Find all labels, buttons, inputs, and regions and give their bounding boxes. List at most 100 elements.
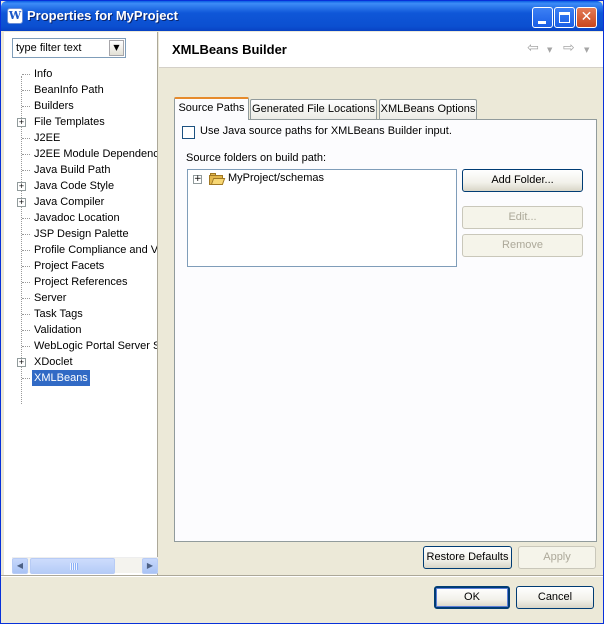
tree-item[interactable]: Javadoc Location — [4, 210, 157, 226]
tab-xmlbeans-options[interactable]: XMLBeans Options — [379, 99, 477, 119]
source-folders-tree[interactable]: + MyProject/schemas — [187, 169, 457, 267]
tree-item[interactable]: JSP Design Palette — [4, 226, 157, 242]
scroll-thumb[interactable] — [30, 558, 115, 574]
tree-item[interactable]: + Java Code Style — [4, 178, 157, 194]
expand-icon[interactable]: + — [17, 118, 26, 127]
tree-connector — [22, 106, 30, 107]
expand-icon[interactable]: + — [193, 175, 202, 184]
tree-item-label: J2EE — [34, 132, 61, 144]
edit-button[interactable]: Edit... — [462, 206, 583, 229]
tree-item[interactable]: Builders — [4, 98, 157, 114]
tree-item[interactable]: Profile Compliance and Validation — [4, 242, 157, 258]
tree-item-label: File Templates — [34, 116, 105, 128]
tree-item[interactable]: Validation — [4, 322, 157, 338]
folder-open-icon — [209, 173, 226, 185]
remove-button[interactable]: Remove — [462, 234, 583, 257]
property-tree: Info BeanInfo Path Builders + File Templates… — [4, 66, 157, 546]
tree-item-label: XDoclet — [34, 356, 73, 368]
tree-connector — [22, 154, 30, 155]
tree-item[interactable]: Info — [4, 66, 157, 82]
tree-item[interactable]: + Java Compiler — [4, 194, 157, 210]
expand-icon[interactable]: + — [17, 182, 26, 191]
dialog-separator — [1, 575, 603, 577]
expand-icon[interactable]: + — [17, 198, 26, 207]
property-page: XMLBeans Builder ⇦ ▼ ⇨ ▼ Source Paths Ge… — [159, 32, 603, 575]
tree-connector — [22, 282, 30, 283]
minimize-button[interactable] — [532, 7, 553, 28]
tree-item[interactable]: J2EE — [4, 130, 157, 146]
back-history-chevron-icon[interactable]: ▼ — [547, 46, 552, 54]
tree-item[interactable]: Project Facets — [4, 258, 157, 274]
source-paths-panel: Use Java source paths for XMLBeans Build… — [174, 119, 597, 542]
cancel-button[interactable]: Cancel — [516, 586, 594, 609]
tree-item[interactable]: Server — [4, 290, 157, 306]
title-bar[interactable]: W Properties for MyProject ✕ — [1, 1, 603, 31]
tree-item[interactable]: BeanInfo Path — [4, 82, 157, 98]
tree-item-label: XMLBeans — [32, 370, 90, 386]
tree-item-label: Profile Compliance and Validation — [34, 244, 157, 256]
use-java-source-paths-checkbox[interactable] — [182, 126, 195, 139]
tree-connector — [22, 266, 30, 267]
tree-connector — [22, 330, 30, 331]
tree-connector — [22, 250, 30, 251]
tab-source-paths[interactable]: Source Paths — [174, 97, 249, 120]
tree-item[interactable]: XMLBeans — [4, 370, 157, 386]
tree-connector — [22, 314, 30, 315]
tree-connector — [22, 90, 30, 91]
tree-item-label: WebLogic Portal Server Settings — [34, 340, 157, 352]
tree-item-label: J2EE Module Dependencies — [34, 148, 157, 160]
tree-connector — [22, 218, 30, 219]
tree-item[interactable]: Project References — [4, 274, 157, 290]
tree-item[interactable]: Java Build Path — [4, 162, 157, 178]
tree-item-label: Java Compiler — [34, 196, 105, 208]
properties-dialog: W Properties for MyProject ✕ ▼ Info BeanI… — [0, 0, 604, 624]
tree-item-label: BeanInfo Path — [34, 84, 104, 96]
tree-item[interactable]: + XDoclet — [4, 354, 157, 370]
window-title: Properties for MyProject — [27, 8, 178, 23]
tree-item-label: Java Build Path — [34, 164, 111, 176]
tree-item-label: JSP Design Palette — [34, 228, 129, 240]
source-folders-label: Source folders on build path: — [186, 152, 327, 164]
forward-arrow-icon[interactable]: ⇨ — [563, 40, 575, 56]
close-icon: ✕ — [580, 9, 593, 25]
tree-item[interactable]: J2EE Module Dependencies — [4, 146, 157, 162]
chevron-down-icon[interactable]: ▼ — [109, 40, 124, 56]
tree-item-label: Server — [34, 292, 67, 304]
back-arrow-icon[interactable]: ⇦ — [527, 40, 539, 56]
page-header: XMLBeans Builder ⇦ ▼ ⇨ ▼ — [159, 32, 603, 68]
tree-item-label: Java Code Style — [34, 180, 115, 192]
tree-connector — [22, 138, 30, 139]
tree-item-label: Project References — [34, 276, 128, 288]
property-page-navigator: ▼ Info BeanInfo Path Builders + File Templat… — [4, 32, 158, 575]
close-button[interactable]: ✕ — [576, 7, 597, 28]
grip-icon — [70, 563, 78, 570]
filter-combo[interactable]: ▼ — [12, 38, 126, 58]
scroll-right-icon[interactable]: ▶ — [142, 558, 158, 574]
tree-connector — [22, 298, 30, 299]
ok-button[interactable]: OK — [434, 586, 510, 609]
restore-defaults-button[interactable]: Restore Defaults — [423, 546, 512, 569]
apply-button[interactable]: Apply — [518, 546, 596, 569]
scroll-left-icon[interactable]: ◀ — [12, 558, 28, 574]
tree-item[interactable]: Task Tags — [4, 306, 157, 322]
expand-icon[interactable]: + — [17, 358, 26, 367]
page-title: XMLBeans Builder — [172, 42, 287, 57]
tree-item-label: Task Tags — [34, 308, 83, 320]
tree-connector — [22, 378, 30, 379]
maximize-button[interactable] — [554, 7, 575, 28]
filter-input[interactable] — [14, 40, 108, 56]
tree-item-label: Validation — [34, 324, 82, 336]
tree-item[interactable]: WebLogic Portal Server Settings — [4, 338, 157, 354]
forward-history-chevron-icon[interactable]: ▼ — [584, 46, 589, 54]
tree-connector — [22, 74, 30, 75]
tree-item-label: Builders — [34, 100, 74, 112]
horizontal-scrollbar[interactable]: ◀ ▶ — [12, 557, 158, 574]
minimize-icon — [538, 21, 546, 24]
tab-generated-file-locations[interactable]: Generated File Locations — [250, 99, 377, 119]
tree-connector — [22, 234, 30, 235]
tree-item[interactable]: + File Templates — [4, 114, 157, 130]
tree-item-label: Javadoc Location — [34, 212, 120, 224]
checkbox-label: Use Java source paths for XMLBeans Build… — [200, 125, 452, 137]
tree-connector — [22, 170, 30, 171]
add-folder-button[interactable]: Add Folder... — [462, 169, 583, 192]
